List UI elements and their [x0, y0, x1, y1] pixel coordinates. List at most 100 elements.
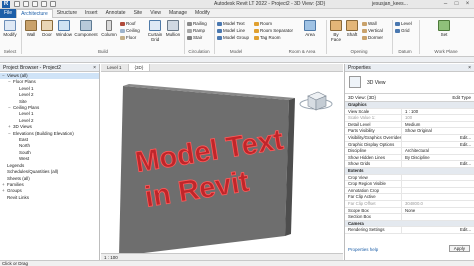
column-button[interactable]: Column	[100, 20, 118, 37]
tab-annotate[interactable]: Annotate	[102, 9, 130, 18]
property-value[interactable]	[401, 187, 474, 194]
property-value[interactable]	[401, 181, 474, 187]
property-value[interactable]: 304800.0	[401, 200, 474, 207]
maximize-icon[interactable]: □	[452, 0, 461, 8]
grid-button[interactable]: Grid	[395, 27, 412, 34]
model-text-button[interactable]: Model Text	[217, 20, 249, 27]
edit-button[interactable]: Edit...	[401, 141, 474, 148]
browser-item[interactable]: Revit Links	[0, 195, 99, 201]
property-row[interactable]: Rendering Settings Edit...	[345, 227, 474, 234]
property-row[interactable]: Visibility/Graphics Overrides Edit...	[345, 134, 474, 142]
edit-button[interactable]: Edit...	[401, 161, 474, 167]
property-value[interactable]: By Discipline	[401, 154, 474, 161]
property-value[interactable]	[401, 214, 474, 220]
minimize-icon[interactable]: –	[441, 0, 450, 8]
property-value[interactable]: 100	[401, 115, 474, 121]
model-line-button[interactable]: Model Line	[217, 27, 249, 34]
tab-insert[interactable]: Insert	[81, 9, 102, 18]
property-group-header[interactable]: Extents	[345, 167, 474, 175]
type-selector[interactable]: 3D View	[345, 72, 474, 94]
property-row[interactable]: Parts Visibility Show Original	[345, 128, 474, 135]
by-face-button[interactable]: By Face	[328, 20, 344, 42]
tag-room-button[interactable]: Tag Room	[254, 34, 293, 41]
dormer-button[interactable]: Dormer	[362, 34, 383, 41]
view-cube[interactable]	[299, 91, 333, 111]
property-value[interactable]: 1 : 100	[401, 108, 474, 115]
property-row[interactable]: Scale Value 1: 100	[345, 115, 474, 122]
save-icon[interactable]	[23, 1, 29, 7]
property-group-header[interactable]: Graphics	[345, 102, 474, 109]
ramp-button[interactable]: Ramp	[187, 27, 207, 34]
floor-button[interactable]: Floor	[120, 34, 140, 41]
view-tab-3d[interactable]: {3D}	[128, 64, 151, 71]
property-row[interactable]: Far Clip Offset 304800.0	[345, 200, 474, 208]
property-value[interactable]: Show Original	[401, 128, 474, 134]
tab-view[interactable]: View	[146, 9, 165, 18]
property-row[interactable]: Show Hidden Lines By Discipline	[345, 154, 474, 162]
window-button[interactable]: Window	[55, 20, 73, 37]
3d-canvas[interactable]: Model Text in Revit	[101, 72, 343, 260]
redo-icon[interactable]	[41, 1, 47, 7]
revit-logo-icon[interactable]: R	[2, 1, 10, 8]
tab-manage[interactable]: Manage	[165, 9, 191, 18]
railing-button[interactable]: Railing	[187, 20, 207, 27]
properties-help-link[interactable]: Properties help	[348, 247, 378, 252]
wall-button[interactable]: Wall	[23, 20, 39, 37]
model-group-button[interactable]: Model Group	[217, 34, 249, 41]
property-group-header[interactable]: Camera	[345, 220, 474, 228]
wall-opening-button[interactable]: Wall	[362, 20, 383, 27]
view-control-bar[interactable]: 1 : 100	[101, 253, 343, 260]
undo-icon[interactable]	[32, 1, 38, 7]
view-tab-level-1[interactable]: Level 1	[101, 64, 129, 71]
room-button[interactable]: Room	[254, 20, 293, 27]
room-separator-button[interactable]: Room Separator	[254, 27, 293, 34]
stair-button[interactable]: Stair	[187, 34, 207, 41]
tab-site[interactable]: Site	[130, 9, 147, 18]
open-icon[interactable]	[14, 1, 20, 7]
tab-file[interactable]: File	[0, 8, 17, 18]
apply-button[interactable]: Apply	[448, 245, 470, 252]
edit-type-button[interactable]: Edit Type	[452, 94, 471, 102]
property-value[interactable]: None	[401, 207, 474, 214]
component-button[interactable]: Component	[74, 20, 98, 37]
area-button[interactable]: Area	[302, 20, 318, 37]
property-row[interactable]: Annotation Crop	[345, 187, 474, 195]
vertical-button[interactable]: Vertical	[362, 27, 383, 34]
tab-modify[interactable]: Modify	[191, 9, 214, 18]
modify-button[interactable]: Modify	[2, 20, 18, 37]
shaft-button[interactable]: Shaft	[344, 20, 360, 37]
property-row[interactable]: Graphic Display Options Edit...	[345, 141, 474, 149]
property-value[interactable]	[401, 174, 474, 181]
property-value[interactable]: Architectural	[401, 148, 474, 154]
door-button[interactable]: Door	[39, 20, 55, 37]
edit-button[interactable]: Edit...	[401, 227, 474, 233]
roof-button[interactable]: Roof	[120, 20, 140, 27]
user-account[interactable]: jesusjan_kees...	[372, 1, 408, 7]
property-value[interactable]	[401, 194, 474, 200]
tab-architecture[interactable]: Architecture	[16, 8, 53, 18]
property-row[interactable]: Crop Region Visible	[345, 181, 474, 188]
component-icon	[80, 20, 92, 31]
property-row[interactable]: View Scale 1 : 100	[345, 108, 474, 116]
property-row[interactable]: Far Clip Active	[345, 194, 474, 201]
ceiling-button[interactable]: Ceiling	[120, 27, 140, 34]
property-row[interactable]: Section Box	[345, 214, 474, 221]
browser-item-label: Level 2	[19, 92, 34, 98]
edit-button[interactable]: Edit...	[401, 134, 474, 141]
instance-selector[interactable]: 3D View: {3D} Edit Type	[345, 94, 474, 102]
tab-structure[interactable]: Structure	[53, 9, 81, 18]
close-icon[interactable]: ×	[463, 0, 472, 8]
property-row[interactable]: Discipline Architectural	[345, 148, 474, 155]
curtain-grid-button[interactable]: Curtain Grid	[146, 20, 164, 42]
property-row[interactable]: Show Grids Edit...	[345, 161, 474, 168]
level-button[interactable]: Level	[395, 20, 412, 27]
property-row[interactable]: Detail Level Medium	[345, 121, 474, 129]
print-icon[interactable]	[50, 1, 56, 7]
property-value[interactable]: Medium	[401, 121, 474, 128]
close-icon[interactable]: ×	[468, 64, 471, 72]
property-row[interactable]: Crop View	[345, 174, 474, 182]
set-work-plane-button[interactable]: Set	[436, 20, 452, 37]
property-row[interactable]: Scope Box None	[345, 207, 474, 215]
mullion-button[interactable]: Mullion	[164, 20, 182, 37]
close-icon[interactable]: ×	[93, 64, 96, 72]
